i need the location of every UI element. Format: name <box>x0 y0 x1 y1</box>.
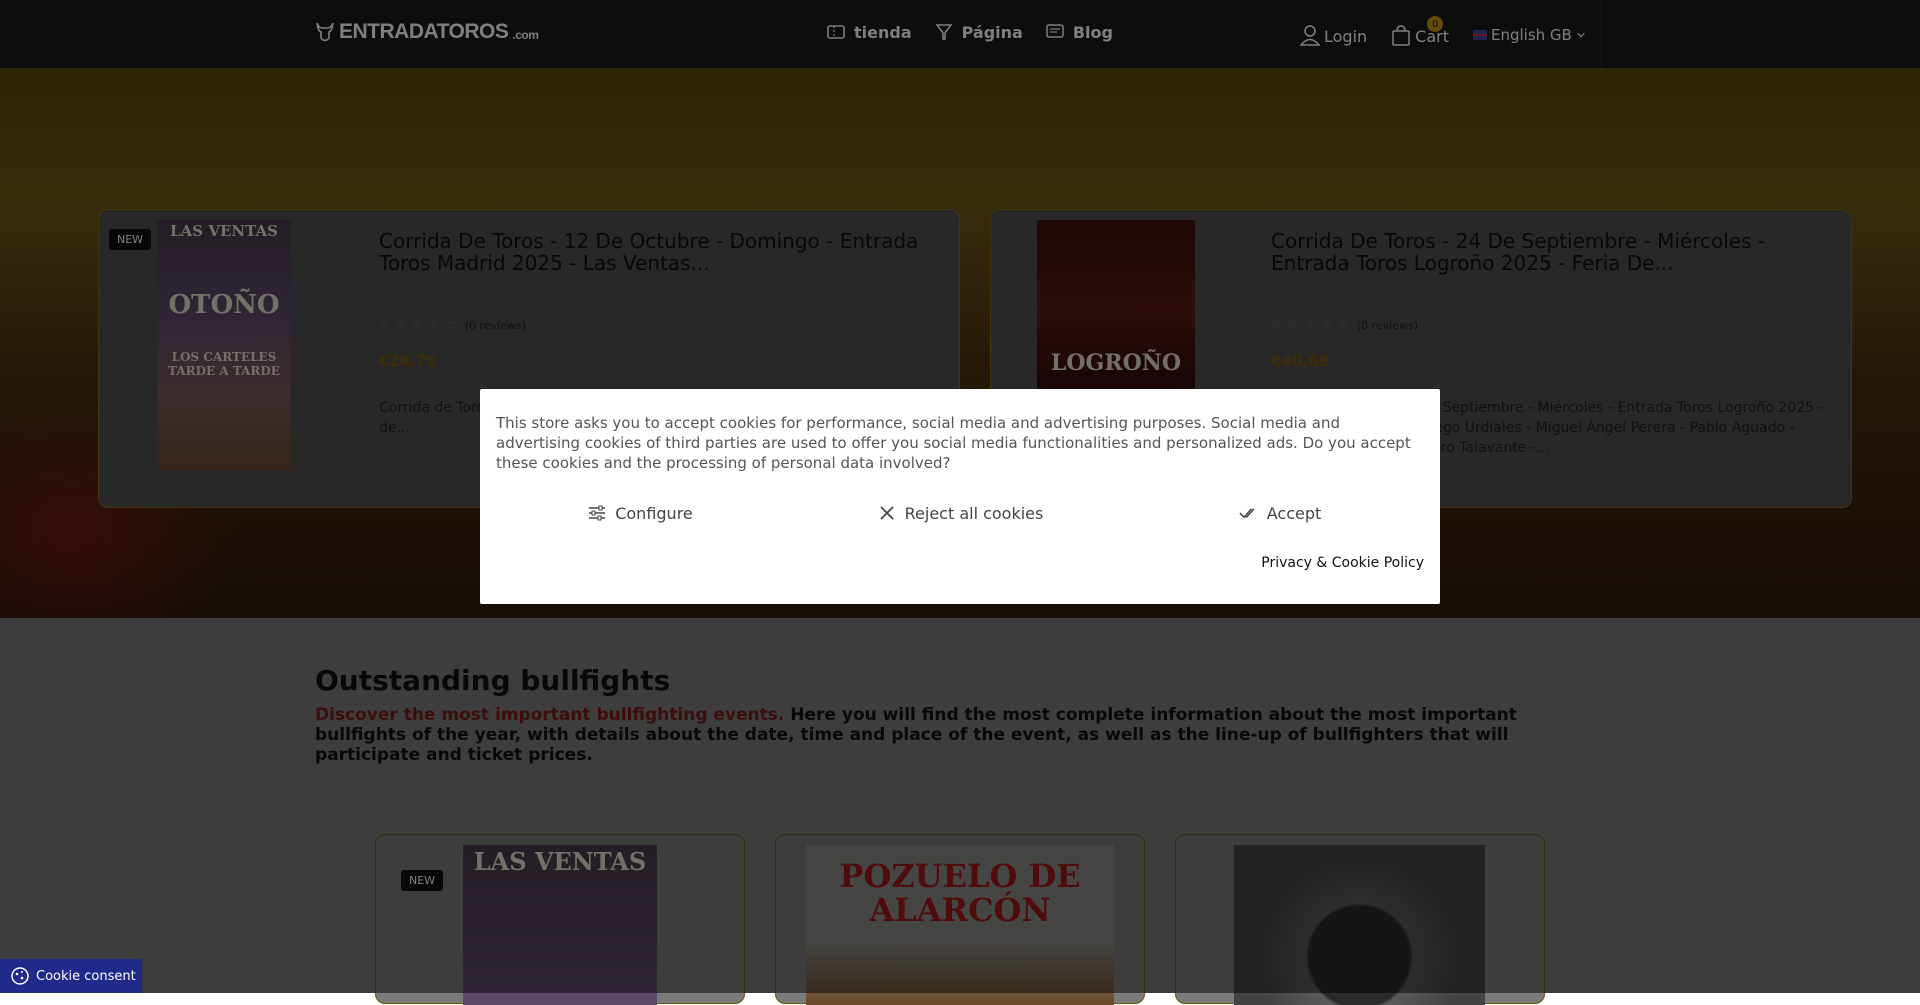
nav-item-tienda[interactable]: tienda <box>826 22 912 42</box>
product-poster-image[interactable]: LOGROÑO <box>1037 220 1195 400</box>
poster-line: LAS VENTAS <box>473 847 647 876</box>
bull-head-icon <box>316 22 334 42</box>
product-title[interactable]: Corrida De Toros - 24 De Septiembre - Mi… <box>1271 230 1841 274</box>
rating-stars: ☆ ☆ ☆ ☆ ☆ (0 reviews) <box>1271 318 1418 332</box>
nav-label: Blog <box>1072 22 1113 42</box>
language-selector[interactable]: English GB <box>1473 26 1586 44</box>
star-icon: ☆ <box>1304 318 1316 332</box>
language-label: English GB <box>1491 26 1572 44</box>
star-icon: ☆ <box>1271 318 1282 332</box>
star-icon: ☆ <box>446 318 457 332</box>
nav-divider <box>1601 0 1602 68</box>
event-poster-image[interactable] <box>1234 845 1485 1005</box>
reject-label: Reject all cookies <box>904 503 1044 523</box>
cookie-consent-tab[interactable]: Cookie consent <box>0 959 142 993</box>
nav-label: Página <box>961 22 1023 42</box>
event-card[interactable]: LAS VENTAS NEW <box>375 834 745 1005</box>
poster-line: LOGROÑO <box>1050 350 1182 376</box>
login-label: Login <box>1324 27 1368 46</box>
logo-suffix: .com <box>512 28 539 42</box>
configure-button[interactable]: Configure <box>480 503 800 523</box>
uk-flag-icon <box>1473 30 1487 40</box>
section-description: Discover the most important bullfighting… <box>315 705 1605 765</box>
new-badge: NEW <box>109 229 152 250</box>
event-poster-image[interactable]: LAS VENTAS <box>463 845 657 1005</box>
logo-text: ENTRADATOROS <box>339 20 509 43</box>
cookie-tab-label: Cookie consent <box>36 968 136 984</box>
ticket-icon <box>827 25 845 39</box>
user-icon <box>1300 25 1320 46</box>
chevron-down-icon <box>1577 32 1585 38</box>
poster-line: LOS CARTELES TARDE A TARDE <box>168 350 280 378</box>
privacy-policy-link[interactable]: Privacy & Cookie Policy <box>1261 555 1424 571</box>
cookie-icon <box>11 967 29 985</box>
star-icon: ☆ <box>1338 318 1349 332</box>
nav-item-pagina[interactable]: Página <box>934 22 1023 42</box>
accept-cookies-button[interactable]: Accept <box>1120 503 1440 523</box>
nav-label: tienda <box>854 22 912 42</box>
section-highlight: Discover the most important bullfighting… <box>315 705 785 725</box>
cookie-consent-dialog: This store asks you to accept cookies fo… <box>480 389 1440 604</box>
event-card[interactable] <box>1175 834 1545 1005</box>
double-check-icon <box>1239 508 1255 519</box>
star-icon: ☆ <box>1321 318 1333 332</box>
event-card[interactable]: POZUELO DE ALARCÓN <box>775 834 1145 1005</box>
cup-icon <box>935 24 953 40</box>
product-poster-image[interactable]: LAS VENTAS OTOÑO LOS CARTELES TARDE A TA… <box>157 220 291 470</box>
close-icon <box>879 506 894 520</box>
login-link[interactable]: Login <box>1300 24 1367 46</box>
main-nav: tienda Página Blog <box>826 22 1113 42</box>
event-poster-image[interactable]: POZUELO DE ALARCÓN <box>806 845 1114 1005</box>
star-icon: ☆ <box>395 318 407 332</box>
cookie-actions: Configure Reject all cookies Accept <box>480 503 1440 523</box>
star-icon: ☆ <box>412 318 424 332</box>
reviews-count: (0 reviews) <box>464 318 527 332</box>
reviews-count: (0 reviews) <box>1356 318 1419 332</box>
star-icon: ☆ <box>379 318 390 332</box>
product-price: €28.70 <box>379 352 437 370</box>
poster-line: POZUELO DE ALARCÓN <box>839 857 1081 929</box>
rating-stars: ☆ ☆ ☆ ☆ ☆ (0 reviews) <box>379 318 526 332</box>
product-price: €40.69 <box>1271 352 1329 370</box>
site-logo[interactable]: ENTRADATOROS .com <box>315 20 539 44</box>
poster-line: LAS VENTAS <box>170 222 278 240</box>
star-icon: ☆ <box>429 318 441 332</box>
top-navbar: ENTRADATOROS .com tienda Página Blog Log… <box>0 0 1920 68</box>
new-badge: NEW <box>401 870 444 891</box>
shopping-bag-icon <box>1392 25 1410 46</box>
nav-item-blog[interactable]: Blog <box>1045 22 1113 42</box>
cart-link[interactable]: Cart 0 <box>1391 16 1449 46</box>
section-title: Outstanding bullfights <box>315 664 671 697</box>
blog-icon <box>1046 24 1064 38</box>
cookie-message: This store asks you to accept cookies fo… <box>496 414 1411 472</box>
sliders-icon <box>589 505 606 521</box>
reject-cookies-button[interactable]: Reject all cookies <box>800 503 1120 523</box>
poster-line: OTOÑO <box>168 290 280 320</box>
star-icon: ☆ <box>1287 318 1299 332</box>
accept-label: Accept <box>1266 503 1322 523</box>
product-title[interactable]: Corrida De Toros - 12 De Octubre - Domin… <box>379 230 949 274</box>
configure-label: Configure <box>615 503 693 523</box>
user-area: Login Cart 0 English GB <box>1300 16 1586 46</box>
